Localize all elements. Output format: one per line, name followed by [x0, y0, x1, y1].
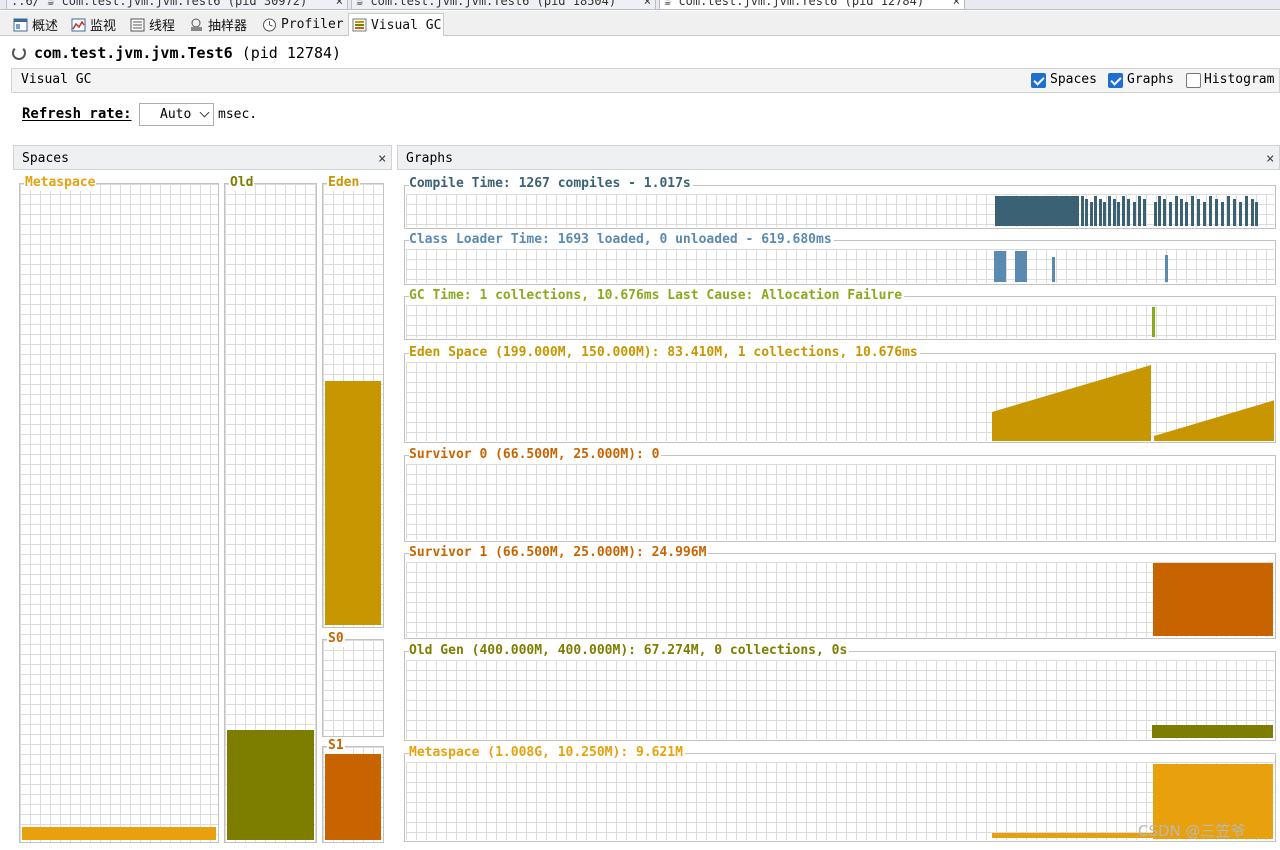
overview-icon [13, 18, 28, 32]
graph-plot-area [406, 305, 1274, 338]
close-icon[interactable]: × [336, 0, 343, 9]
histogram-checkbox[interactable] [1186, 73, 1201, 88]
graph-series [992, 365, 1274, 441]
document-tab-strip: ..6/ ☕ com.test.jvm.jvm.Test6 (pid 30972… [0, 0, 1280, 10]
tab-label: 概述 [32, 19, 59, 34]
histogram-checkbox-label[interactable]: Histogram [1204, 72, 1274, 87]
graph-series [994, 251, 1168, 282]
close-icon[interactable]: × [953, 0, 960, 9]
space-s1: S1 [322, 738, 384, 843]
doc-tab-label: ..6/ ☕ com.test.jvm.jvm.Test6 (pid 30972… [11, 0, 308, 8]
doc-tab-pid-18504[interactable]: ☕ com.test.jvm.jvm.Test6 (pid 18504) × [351, 0, 656, 9]
graphs-checkbox[interactable] [1108, 73, 1123, 88]
visual-gc-icon [352, 18, 367, 32]
graph-plot-area [406, 194, 1274, 227]
tab-overview[interactable]: 概述 [10, 13, 58, 36]
doc-tab-pid-30972[interactable]: ..6/ ☕ com.test.jvm.jvm.Test6 (pid 30972… [6, 0, 348, 9]
spaces-checkbox-label[interactable]: Spaces [1050, 72, 1097, 87]
refresh-rate-select[interactable]: Auto [139, 103, 214, 126]
graph-box [404, 185, 1276, 229]
sampler-icon [189, 18, 204, 32]
threads-icon [130, 18, 145, 32]
close-icon[interactable]: × [378, 151, 386, 167]
space-usage-fill [227, 730, 314, 840]
graph-title: GC Time: 1 collections, 10.676ms Last Ca… [409, 288, 905, 303]
spaces-panel-title: Spaces [22, 151, 69, 166]
graph-title: Eden Space (199.000M, 150.000M): 83.410M… [409, 345, 920, 360]
doc-tab-label: ☕ com.test.jvm.jvm.Test6 (pid 18504) [356, 0, 617, 8]
tab-label: 抽样器 [208, 19, 248, 34]
space-label: Old [229, 175, 255, 191]
chevron-down-icon [199, 107, 210, 118]
tab-label: Visual GC [371, 17, 442, 33]
graph-plot-area [406, 362, 1274, 441]
graphs-panel-title: Graphs [406, 151, 453, 166]
application-name: com.test.jvm.jvm.Test6 [34, 44, 233, 62]
tab-threads[interactable]: 线程 [127, 13, 175, 36]
tab-label: Profiler [281, 17, 344, 32]
view-tab-bar: 概述 监视 线程 抽样器 Profiler Visual GC [0, 11, 1280, 36]
space-label: S0 [327, 631, 345, 647]
graph-series [1152, 725, 1273, 738]
graph-box [404, 455, 1276, 542]
tab-profiler[interactable]: Profiler [259, 13, 344, 36]
space-usage-fill [325, 754, 381, 840]
space-eden: Eden [322, 175, 384, 628]
visual-gc-title: Visual GC [21, 72, 92, 87]
graph-title: Class Loader Time: 1693 loaded, 0 unload… [409, 232, 834, 247]
graph-title: Survivor 1 (66.500M, 25.000M): 24.996M [409, 545, 709, 560]
graphs-checkbox-label[interactable]: Graphs [1127, 72, 1174, 87]
space-label: Metaspace [24, 175, 97, 191]
graphs-panel-header: Graphs × [397, 145, 1280, 170]
application-title: com.test.jvm.jvm.Test6 (pid 12784) [34, 44, 341, 62]
graph-series [995, 196, 1258, 226]
monitor-icon [71, 18, 86, 32]
graph-title: Compile Time: 1267 compiles - 1.017s [409, 176, 693, 191]
graph-title: Old Gen (400.000M, 400.000M): 67.274M, 0… [409, 643, 850, 658]
tab-visual-gc[interactable]: Visual GC [348, 13, 444, 36]
spaces-panel-header: Spaces × [13, 145, 392, 170]
graph-title: Metaspace (1.008G, 10.250M): 9.621M [409, 745, 685, 760]
graph-box [404, 651, 1276, 741]
graph-plot-area [406, 562, 1274, 637]
graph-box [404, 353, 1276, 443]
close-icon[interactable]: × [1266, 151, 1274, 167]
tab-monitor[interactable]: 监视 [68, 13, 116, 36]
space-s0: S0 [322, 631, 384, 737]
graph-title: Survivor 0 (66.500M, 25.000M): 0 [409, 447, 662, 462]
refresh-icon [12, 46, 26, 60]
space-label: S1 [327, 738, 345, 754]
space-metaspace: Metaspace [19, 175, 219, 843]
application-pid: (pid 12784) [241, 44, 342, 62]
graph-plot-area [406, 464, 1274, 540]
profiler-icon [262, 18, 277, 32]
spaces-checkbox[interactable] [1031, 73, 1046, 88]
tab-label: 监视 [90, 19, 117, 34]
refresh-rate-unit: msec. [218, 107, 258, 122]
space-usage-fill [325, 381, 381, 625]
graph-box [404, 553, 1276, 639]
refresh-rate-label: Refresh rate: [22, 106, 132, 122]
tab-label: 线程 [149, 19, 176, 34]
graph-series [1153, 563, 1273, 636]
graph-plot-area [406, 249, 1274, 283]
space-old: Old [224, 175, 317, 843]
doc-tab-pid-12784[interactable]: ☕ com.test.jvm.jvm.Test6 (pid 12784) × [659, 0, 965, 9]
graph-series [406, 464, 1274, 540]
doc-tab-label: ☕ com.test.jvm.jvm.Test6 (pid 12784) [664, 0, 925, 8]
graph-plot-area [406, 660, 1274, 739]
space-label: Eden [327, 175, 361, 191]
graph-series [1152, 307, 1155, 337]
refresh-rate-value: Auto [160, 107, 192, 122]
tab-sampler[interactable]: 抽样器 [186, 13, 247, 36]
watermark: CSDN @三笠爷 [1138, 822, 1246, 840]
space-usage-fill [22, 827, 216, 840]
close-icon[interactable]: × [644, 0, 651, 9]
